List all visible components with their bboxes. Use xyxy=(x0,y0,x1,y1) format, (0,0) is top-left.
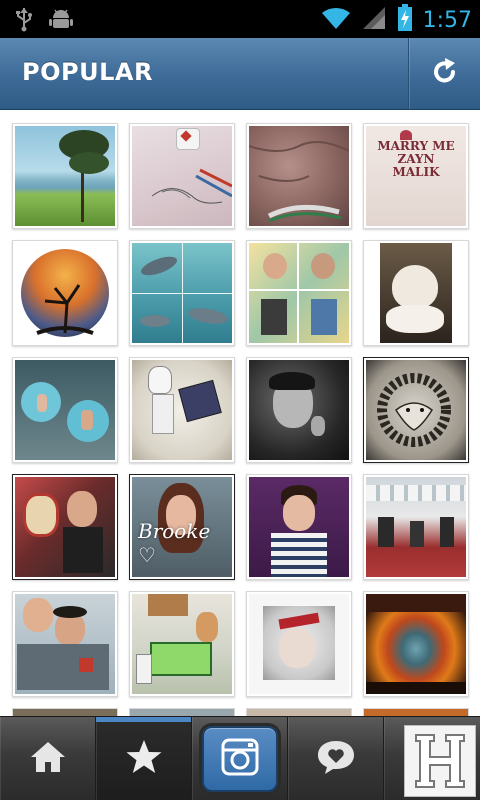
photo-elephant-closeup xyxy=(249,126,349,226)
photo-tile-sunset-clouds[interactable] xyxy=(363,591,469,697)
photo-tile-tree-by-sea[interactable] xyxy=(12,123,118,229)
photo-brooke-portrait: Brooke ♡ xyxy=(132,477,232,577)
refresh-button[interactable] xyxy=(408,38,480,109)
tab-popular[interactable] xyxy=(96,717,192,800)
home-icon xyxy=(29,740,67,779)
photo-toy-figures-scene xyxy=(132,594,232,694)
photo-wrestling-mask-photo xyxy=(15,477,115,577)
photo-tile-beanbags-aerial[interactable] xyxy=(12,357,118,463)
photo-lion-drawing xyxy=(366,360,466,460)
tab-news[interactable] xyxy=(288,717,384,800)
photo-tile-lion-drawing[interactable] xyxy=(363,357,469,463)
photo-tile-stormtrooper-toy[interactable] xyxy=(129,357,235,463)
photo-tree-by-sea xyxy=(15,126,115,226)
partial-tile-4 xyxy=(363,708,469,716)
tab-camera[interactable] xyxy=(192,717,288,800)
title-bar: POPULAR xyxy=(0,38,480,110)
photo-red-bandana-photo xyxy=(249,594,349,694)
photo-fisheye-sunset-tree xyxy=(15,243,115,343)
heart-bubble-icon xyxy=(315,738,357,781)
photo-glasses-collage xyxy=(249,243,349,343)
photo-striped-shirt-portrait xyxy=(249,477,349,577)
h-logo-icon xyxy=(404,725,476,797)
refresh-icon xyxy=(430,56,460,91)
signal-icon xyxy=(361,5,387,36)
photo-tile-couple-hug[interactable] xyxy=(12,591,118,697)
partial-tile-1 xyxy=(12,708,118,716)
photo-tile-marry-me-zayn-malik-shirt[interactable]: MARRY ME ZAYN MALIK xyxy=(363,123,469,229)
photo-tile-red-bandana-photo[interactable] xyxy=(246,591,352,697)
usb-icon xyxy=(14,6,34,37)
photo-tile-fisheye-sunset-tree[interactable] xyxy=(12,240,118,346)
photo-marry-me-zayn-malik-shirt: MARRY ME ZAYN MALIK xyxy=(366,126,466,226)
tab-profile[interactable] xyxy=(384,717,480,800)
photo-tile-brooke-portrait[interactable]: Brooke ♡ xyxy=(129,474,235,580)
status-bar: 1:57 xyxy=(0,0,480,38)
bottom-tab-bar xyxy=(0,716,480,800)
camera-button[interactable] xyxy=(201,726,278,792)
photo-beanbags-aerial xyxy=(15,360,115,460)
status-time: 1:57 xyxy=(422,8,472,33)
photo-sketch-with-pencils xyxy=(132,126,232,226)
photo-tile-toy-figures-scene[interactable] xyxy=(129,591,235,697)
camera-icon xyxy=(220,737,260,782)
brooke-script-caption: Brooke ♡ xyxy=(138,519,211,567)
tab-home[interactable] xyxy=(0,717,96,800)
partial-tile-2 xyxy=(129,708,235,716)
wifi-icon xyxy=(321,5,351,36)
battery-charging-icon xyxy=(397,4,413,37)
photo-sunset-clouds xyxy=(366,594,466,694)
photo-man-portrait-bw xyxy=(249,360,349,460)
grid-next-row-partial xyxy=(12,708,470,716)
photo-tile-sketch-with-pencils[interactable] xyxy=(129,123,235,229)
photo-dolphins-collage xyxy=(132,243,232,343)
photo-couple-hug xyxy=(15,594,115,694)
android-debug-icon xyxy=(48,6,74,37)
photo-tile-glasses-collage[interactable] xyxy=(246,240,352,346)
star-icon xyxy=(124,738,164,781)
photo-tile-gym-interior[interactable] xyxy=(363,474,469,580)
page-title: POPULAR xyxy=(22,58,153,86)
popular-photo-grid: MARRY ME ZAYN MALIK Brooke ♡ xyxy=(12,123,470,697)
photo-tile-elephant-closeup[interactable] xyxy=(246,123,352,229)
photo-cat-on-pillow xyxy=(366,243,466,343)
photo-tile-man-portrait-bw[interactable] xyxy=(246,357,352,463)
photo-tile-wrestling-mask-photo[interactable] xyxy=(12,474,118,580)
photo-stormtrooper-toy xyxy=(132,360,232,460)
photo-tile-striped-shirt-portrait[interactable] xyxy=(246,474,352,580)
photo-tile-dolphins-collage[interactable] xyxy=(129,240,235,346)
photo-tile-cat-on-pillow[interactable] xyxy=(363,240,469,346)
photo-gym-interior xyxy=(366,477,466,577)
partial-tile-3 xyxy=(246,708,352,716)
shirt-caption: MARRY ME ZAYN MALIK xyxy=(377,139,455,180)
